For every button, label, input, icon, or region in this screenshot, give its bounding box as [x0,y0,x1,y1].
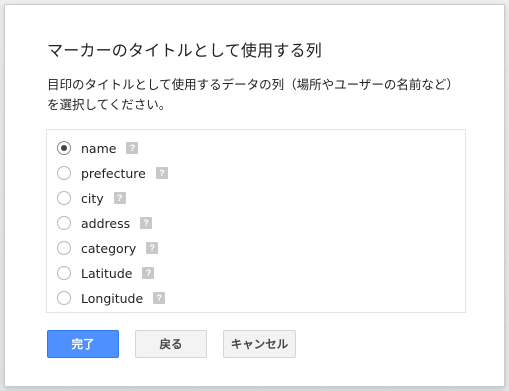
option-longitude[interactable]: Longitude ? [57,288,166,308]
option-label: Longitude [81,290,144,306]
radio-address[interactable] [57,216,71,230]
cancel-button[interactable]: キャンセル [223,330,296,358]
radio-category[interactable] [57,241,71,255]
help-icon[interactable]: ? [126,142,139,154]
option-category[interactable]: category ? [57,238,159,258]
option-label: prefecture [81,165,146,181]
option-prefecture[interactable]: prefecture ? [57,163,168,183]
help-icon[interactable]: ? [146,242,159,254]
title-column-dialog: マーカーのタイトルとして使用する列 目印のタイトルとして使用するデータの列（場所… [4,4,505,387]
radio-latitude[interactable] [57,266,71,280]
option-label: category [81,240,137,256]
option-latitude[interactable]: Latitude ? [57,263,155,283]
help-icon[interactable]: ? [153,292,166,304]
option-label: address [81,215,131,231]
help-icon[interactable]: ? [142,267,155,279]
radio-longitude[interactable] [57,291,71,305]
radio-city[interactable] [57,191,71,205]
help-icon[interactable]: ? [155,167,168,179]
option-name[interactable]: name ? [57,138,139,158]
done-button[interactable]: 完了 [47,330,119,358]
option-label: Latitude [81,265,133,281]
option-address[interactable]: address ? [57,213,153,233]
option-city[interactable]: city ? [57,188,126,208]
radio-prefecture[interactable] [57,166,71,180]
help-icon[interactable]: ? [113,192,126,204]
radio-name[interactable] [57,141,71,155]
option-label: city [81,190,104,206]
back-button[interactable]: 戻る [135,330,207,358]
dialog-description: 目印のタイトルとして使用するデータの列（場所やユーザーの名前など）を選択してくだ… [47,77,459,112]
option-label: name [81,140,117,156]
dialog-title: マーカーのタイトルとして使用する列 [47,41,322,60]
column-options-list: name ? prefecture ? city ? address ? cat… [46,129,466,313]
help-icon[interactable]: ? [140,217,153,229]
